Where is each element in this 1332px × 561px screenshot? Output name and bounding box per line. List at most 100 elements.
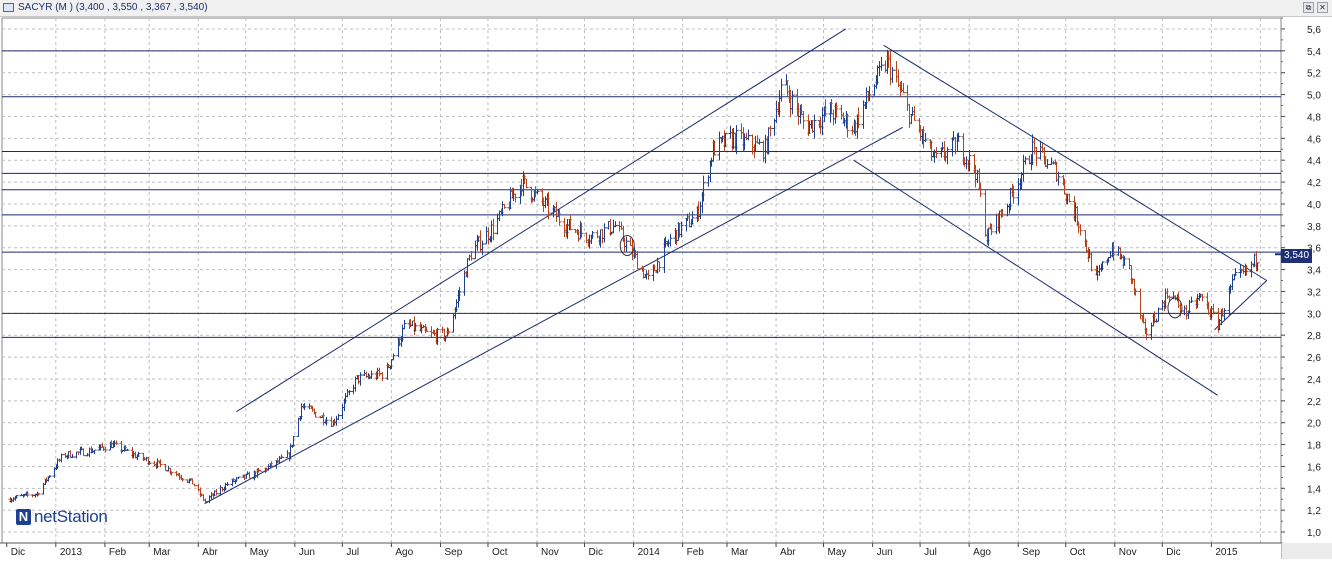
chart-window-icon[interactable] bbox=[3, 3, 14, 12]
chart-area[interactable]: Dic 2013 Feb Mar Abr May Jun Jul Ago Sep Oct Nov Dic… bbox=[0, 16, 1332, 561]
y-tick-label: 2,4 bbox=[1307, 375, 1321, 386]
y-tick-label: 1,4 bbox=[1307, 484, 1321, 495]
x-tick-label: Jul bbox=[346, 547, 359, 558]
ohlc-bar bbox=[491, 218, 496, 241]
ohlc-bar bbox=[896, 69, 901, 88]
x-tick-label: Oct bbox=[492, 547, 508, 558]
ohlc-bar bbox=[59, 453, 64, 463]
ohlc-bar bbox=[923, 132, 928, 142]
chart-scroll-box[interactable] bbox=[1281, 543, 1332, 559]
ohlc-bar bbox=[746, 129, 751, 141]
y-tick-label: 4,8 bbox=[1307, 112, 1321, 123]
y-tick-label: 2,6 bbox=[1307, 353, 1321, 364]
ohlc-bar bbox=[1230, 274, 1235, 291]
ohlc-bar bbox=[945, 147, 950, 165]
ohlc-bar bbox=[321, 412, 326, 426]
ohlc-bar bbox=[351, 384, 356, 395]
x-tick-label: Jun bbox=[299, 547, 315, 558]
ohlc-bar bbox=[1222, 308, 1227, 321]
ohlc-bar bbox=[1200, 293, 1205, 302]
ohlc-bar bbox=[192, 483, 197, 487]
y-tick-label: 2,0 bbox=[1307, 419, 1321, 430]
ohlc-bar bbox=[1038, 140, 1043, 160]
ohlc-bar bbox=[247, 471, 252, 479]
ohlc-bar bbox=[831, 109, 836, 126]
x-tick-label: 2013 bbox=[60, 547, 83, 558]
trendline-upper-channel[interactable] bbox=[236, 28, 846, 413]
ohlc-bar bbox=[657, 261, 662, 273]
y-tick-label: 3,2 bbox=[1307, 287, 1321, 298]
ohlc-bar bbox=[1049, 157, 1054, 165]
ohlc-bar bbox=[74, 451, 79, 459]
x-tick-label: 2015 bbox=[1215, 547, 1238, 558]
ohlc-bar bbox=[402, 319, 407, 330]
circle-annotation[interactable] bbox=[1167, 297, 1183, 319]
ohlc-bar bbox=[296, 417, 301, 438]
y-tick-label: 4,6 bbox=[1307, 134, 1321, 145]
ohlc-bar bbox=[258, 470, 263, 472]
close-button[interactable]: ✕ bbox=[1317, 2, 1328, 13]
ohlc-bar bbox=[136, 451, 141, 457]
ohlc-bar bbox=[535, 189, 540, 195]
y-tick-label: 3,8 bbox=[1307, 222, 1321, 233]
ohlc-bar bbox=[68, 450, 73, 458]
ohlc-bar bbox=[584, 232, 589, 244]
y-tick-label: 1,0 bbox=[1307, 528, 1321, 539]
ohlc-bar bbox=[214, 489, 219, 496]
ohlc-bar bbox=[839, 104, 844, 120]
x-tick-label: May bbox=[250, 547, 269, 558]
trendline-lower-channel[interactable] bbox=[204, 126, 903, 505]
ohlc-bar bbox=[369, 370, 374, 380]
ohlc-bar bbox=[1078, 224, 1083, 236]
ohlc-bar bbox=[196, 483, 201, 492]
restore-button[interactable]: ⧉ bbox=[1303, 2, 1314, 13]
x-tick-label: Nov bbox=[1119, 547, 1137, 558]
x-tick-label: Ago bbox=[973, 547, 991, 558]
ohlc-bar bbox=[964, 156, 969, 170]
ohlc-bar bbox=[103, 446, 108, 453]
trendline-short-uptrend[interactable] bbox=[1214, 280, 1268, 331]
ohlc-bar bbox=[347, 390, 352, 396]
y-tick-label: 5,0 bbox=[1307, 91, 1321, 102]
ohlc-bar bbox=[70, 453, 75, 458]
x-tick-label: Sep bbox=[1022, 547, 1040, 558]
ohlc-bar bbox=[905, 85, 910, 111]
y-tick-label: 2,8 bbox=[1307, 331, 1321, 342]
ohlc-bar bbox=[223, 482, 228, 491]
ohlc-bar bbox=[790, 90, 795, 115]
netstation-logo-icon: N bbox=[16, 509, 31, 525]
ohlc-bar bbox=[728, 125, 733, 139]
y-tick-label: 4,2 bbox=[1307, 178, 1321, 189]
ohlc-bar bbox=[299, 403, 304, 420]
x-tick-label: Dic bbox=[1166, 547, 1180, 558]
ohlc-bar bbox=[912, 106, 917, 121]
ohlc-bar bbox=[410, 320, 415, 326]
ohlc-bar bbox=[1127, 258, 1132, 270]
ohlc-bar bbox=[125, 448, 130, 451]
trendline-down-upper[interactable] bbox=[883, 44, 1268, 281]
price-chart[interactable]: Dic 2013 Feb Mar Abr May Jun Jul Ago Sep Oct Nov Dic… bbox=[0, 16, 1332, 561]
ohlc-bar bbox=[543, 196, 548, 209]
ohlc-bar bbox=[951, 130, 956, 141]
ohlc-bar bbox=[1138, 288, 1143, 320]
ohlc-bar bbox=[875, 65, 880, 85]
x-tick-label: Sep bbox=[444, 547, 462, 558]
ohlc-bar bbox=[152, 461, 157, 466]
trendline-down-lower[interactable] bbox=[853, 159, 1218, 396]
ohlc-bar bbox=[1154, 318, 1159, 323]
x-tick-label: Mar bbox=[153, 547, 171, 558]
y-tick-label: 3,0 bbox=[1307, 309, 1321, 320]
ohlc-bar bbox=[400, 324, 405, 342]
x-tick-label: Jun bbox=[877, 547, 893, 558]
y-tick-label: 3,4 bbox=[1307, 266, 1321, 277]
ohlc-bar bbox=[562, 218, 567, 238]
ohlc-bar bbox=[345, 389, 350, 398]
ohlc-bar bbox=[1182, 305, 1187, 316]
window-titlebar: SACYR (M ) (3,400 , 3,550 , 3,367 , 3,54… bbox=[0, 0, 1332, 17]
ohlc-bar bbox=[266, 464, 271, 471]
y-tick-label: 4,0 bbox=[1307, 200, 1321, 211]
x-tick-label: Abr bbox=[202, 547, 218, 558]
ohlc-bar bbox=[1067, 193, 1072, 203]
ohlc-bar bbox=[1189, 296, 1194, 303]
ohlc-bar bbox=[975, 169, 980, 184]
